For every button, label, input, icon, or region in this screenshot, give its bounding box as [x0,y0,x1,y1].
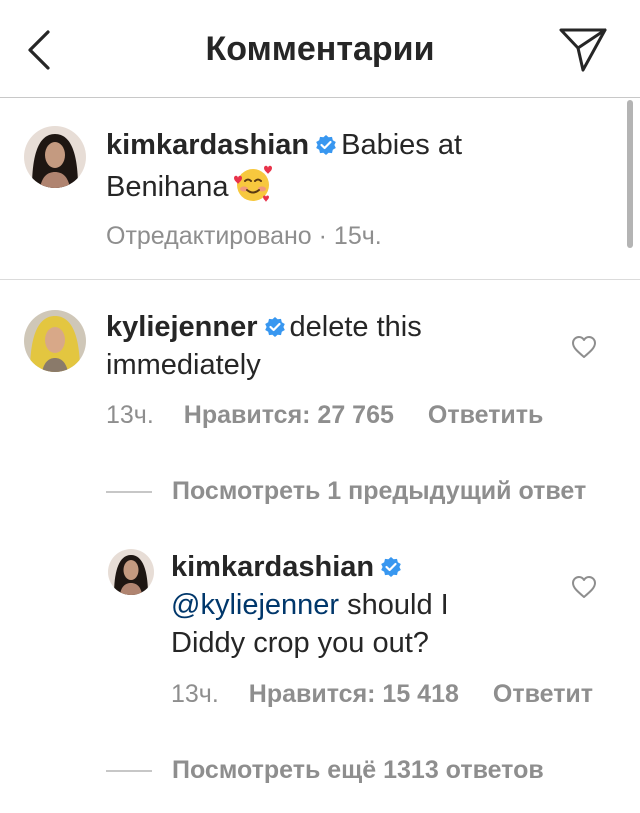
caption-text: Benihana [106,171,229,203]
profile-photo [24,310,86,372]
comment-body: delete this [289,311,422,343]
top-bar: Комментарии [0,0,640,98]
view-previous-replies-button[interactable]: Посмотреть 1 предыдущий ответ [172,477,586,506]
reply-body: Diddy crop you out? [171,627,429,659]
view-more-replies-button[interactable]: Посмотреть ещё 1313 ответов [172,756,544,785]
reply-button[interactable]: Ответит [493,680,593,708]
reply-button[interactable]: Ответить [428,401,544,429]
page-title: Комментарии [205,30,435,68]
profile-photo [24,126,86,188]
comment-body: immediately [106,349,261,381]
username[interactable]: kimkardashian [171,551,374,583]
verified-badge-icon [381,557,401,577]
like-button[interactable] [571,335,597,359]
heart-icon [572,336,596,358]
avatar[interactable] [24,126,86,188]
like-button[interactable] [571,575,597,599]
likes-count[interactable]: Нравится: 15 418 [249,680,459,708]
comment-text: kyliejenner delete this immediately [106,308,546,384]
post-caption: kimkardashian Babies at Benihana [106,126,606,206]
avatar[interactable] [24,310,86,372]
mention-link[interactable]: @kyliejenner [171,589,339,621]
likes-count[interactable]: Нравится: 27 765 [184,401,394,429]
verified-badge-icon [264,317,285,337]
scrollbar[interactable] [627,100,633,248]
thread-line [106,770,152,772]
reply-meta: 13ч. Нравится: 15 418 Ответит [171,680,593,709]
username[interactable]: kimkardashian [106,129,309,161]
paper-plane-icon [559,28,607,72]
reply-time: 13ч. [171,680,219,708]
share-button[interactable] [556,26,608,74]
username[interactable]: kyliejenner [106,311,258,343]
post-meta: Отредактировано · 15ч. [106,222,382,250]
avatar[interactable] [108,549,154,595]
thread-line [106,491,152,493]
reply-text: kimkardashian @kyliejenner should I Didd… [171,548,551,662]
comment-meta: 13ч. Нравится: 27 765 Ответить [106,401,543,430]
reply-body: should I [339,589,449,621]
smiling-face-with-hearts-icon [233,165,272,202]
heart-icon [572,576,596,598]
verified-badge-icon [316,135,336,155]
comment-time: 13ч. [106,401,154,429]
caption-text: Babies at [341,129,463,161]
divider [0,279,640,280]
profile-photo [108,549,154,595]
